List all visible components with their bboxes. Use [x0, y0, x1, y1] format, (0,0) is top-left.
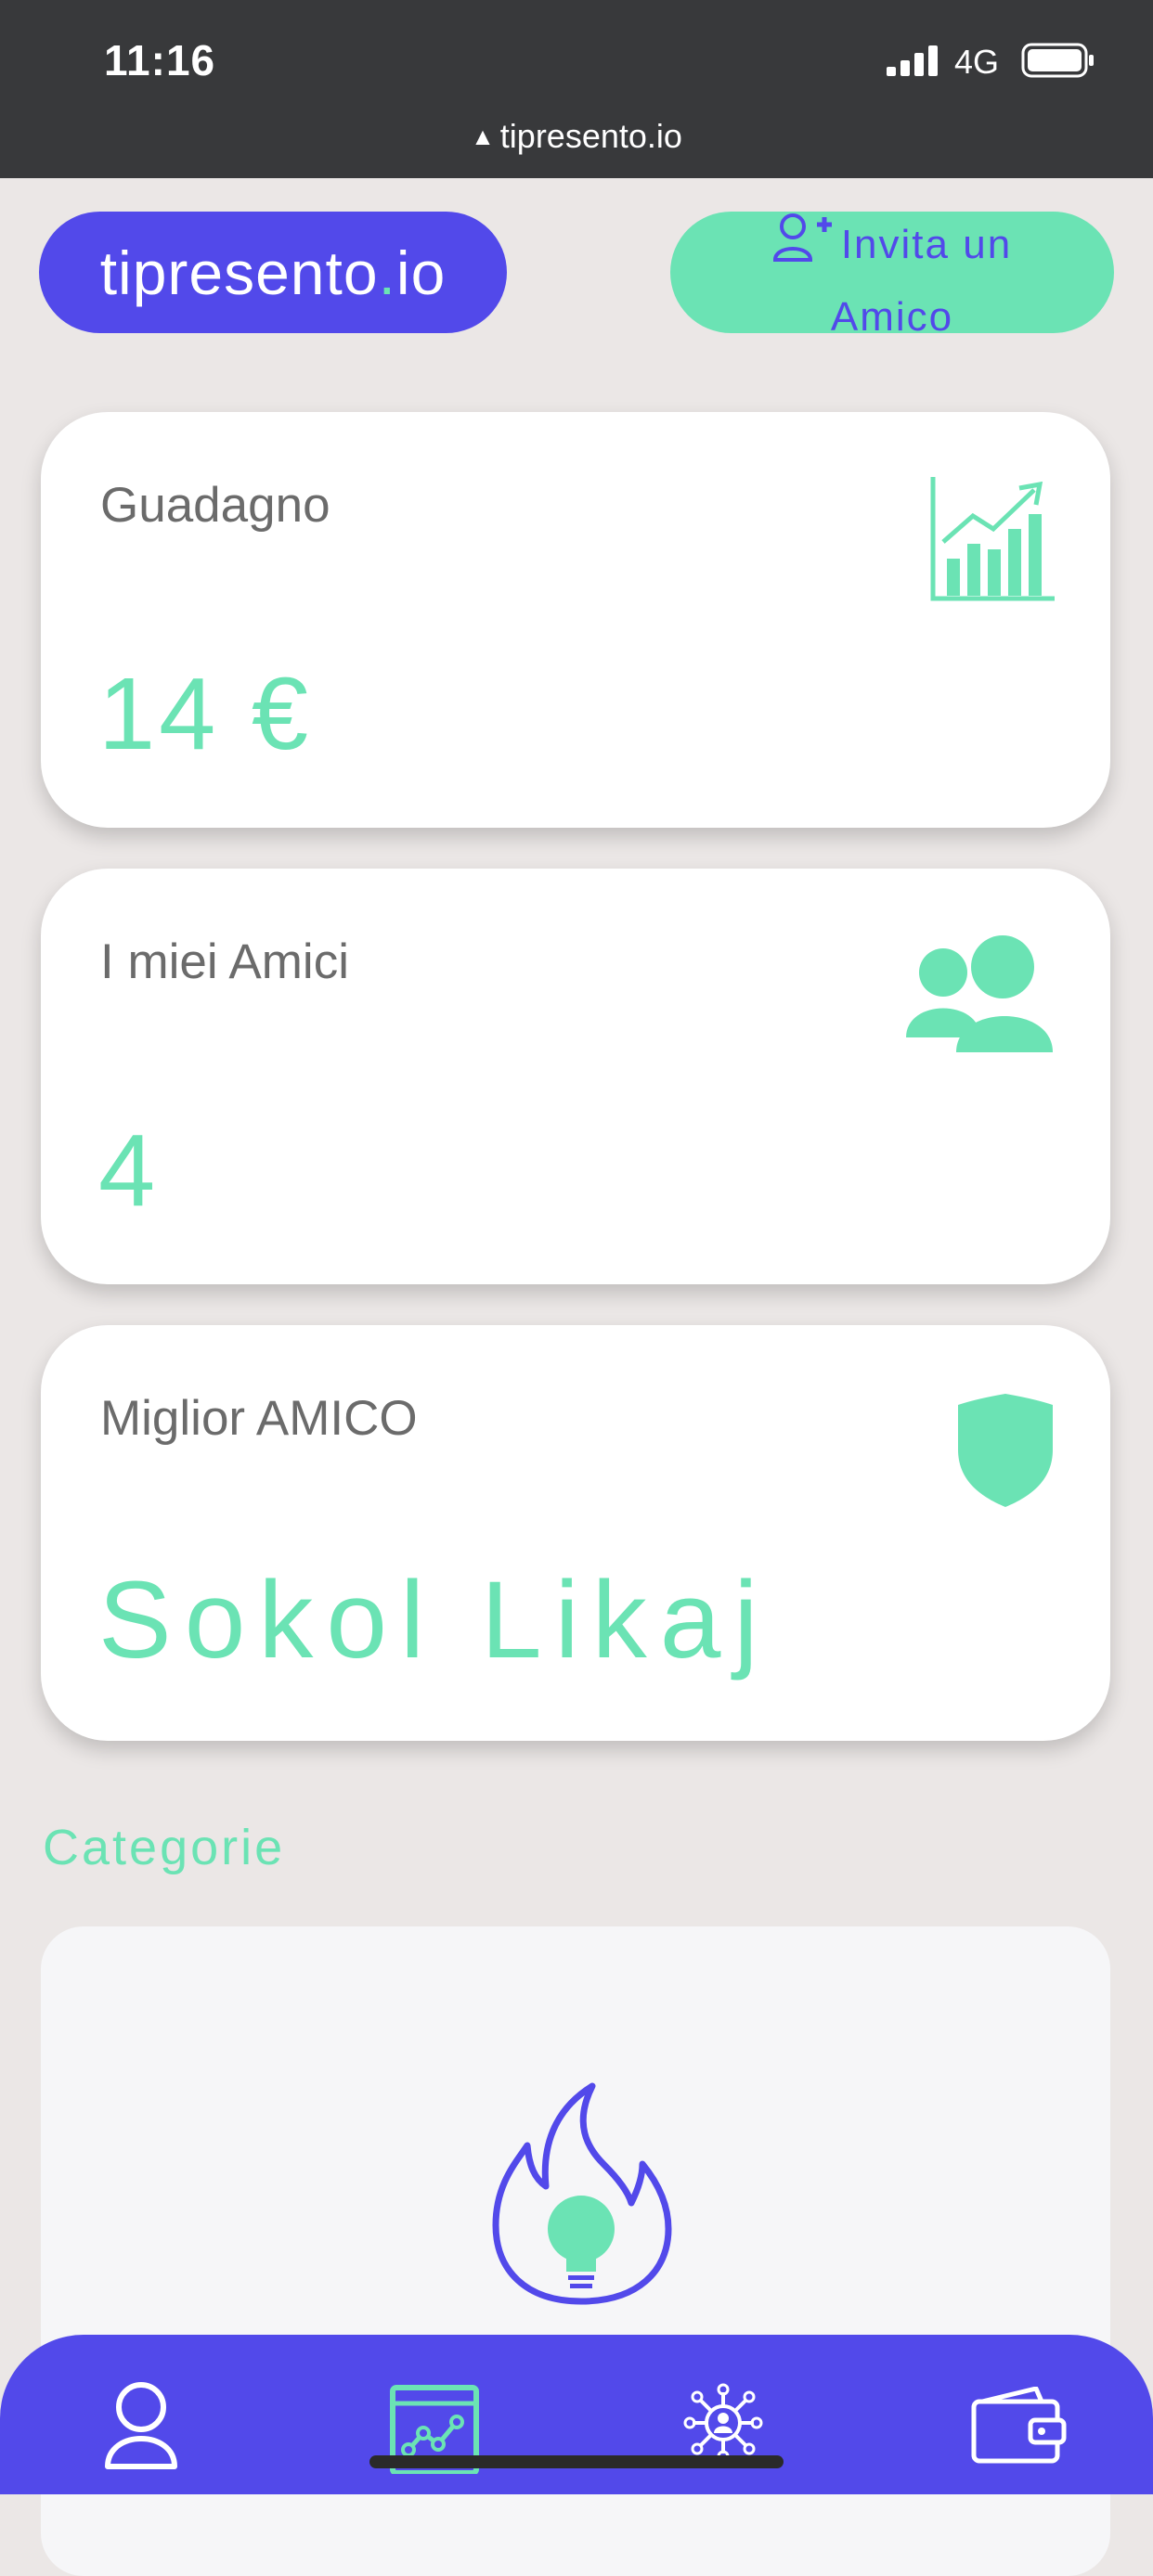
categories-title: Categorie [43, 1820, 286, 1875]
status-time: 11:16 [104, 36, 216, 84]
add-user-icon [772, 212, 834, 284]
earnings-label: Guadagno [100, 478, 330, 533]
growth-chart-icon [930, 477, 1055, 605]
logo-text-main: tipresento [99, 238, 379, 307]
group-icon [906, 934, 1055, 1058]
earnings-card[interactable]: Guadagno 14 € [41, 412, 1110, 828]
battery-icon [1021, 43, 1095, 82]
home-indicator[interactable] [369, 2455, 784, 2468]
warning-icon: ▲ [471, 122, 495, 150]
network-person-icon[interactable] [683, 2383, 763, 2467]
friends-value: 4 [98, 1114, 160, 1228]
friends-label: I miei Amici [100, 934, 349, 989]
shield-icon [956, 1392, 1055, 1513]
earnings-value: 14 € [98, 657, 313, 771]
flame-bulb-icon [488, 2073, 674, 2318]
url-bar[interactable]: ▲ tipresento.io [0, 117, 1153, 156]
signal-icon [887, 45, 940, 80]
logo-button[interactable]: tipresento. io [39, 212, 507, 333]
best-friend-label: Miglior AMICO [100, 1391, 418, 1446]
url-text: tipresento.io [499, 117, 682, 155]
network-type: 4G [954, 43, 1000, 81]
status-bar: 11:16 4G ▲ tipresento.io [0, 0, 1153, 178]
best-friend-value: Sokol Likaj [98, 1559, 771, 1681]
logo-text-suffix: io [395, 238, 447, 307]
user-icon[interactable] [104, 2381, 178, 2474]
invite-friend-button[interactable]: Invita un Amico [670, 212, 1114, 340]
invite-label-line1: Invita un [840, 222, 1013, 267]
invite-label-line2: Amico [830, 294, 954, 340]
bottom-nav [0, 2335, 1153, 2494]
logo-dot: . [378, 238, 396, 307]
wallet-icon[interactable] [971, 2386, 1068, 2468]
best-friend-card[interactable]: Miglior AMICO Sokol Likaj [41, 1325, 1110, 1741]
friends-card[interactable]: I miei Amici 4 [41, 869, 1110, 1284]
